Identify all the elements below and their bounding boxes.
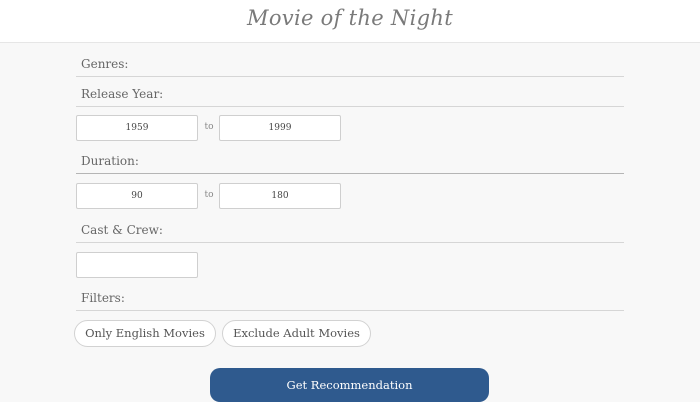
only-english-movies-button[interactable]: Only English Movies — [74, 320, 216, 347]
duration-to-input[interactable] — [219, 183, 341, 209]
release-year-to-input[interactable] — [219, 115, 341, 141]
release-year-label: Release Year: — [81, 87, 164, 101]
cast-crew-label: Cast & Crew: — [81, 223, 163, 237]
release-year-to-label: to — [204, 122, 214, 132]
release-year-divider — [76, 106, 624, 107]
get-recommendation-button[interactable]: Get Recommendation — [210, 368, 489, 402]
filters-divider — [76, 310, 624, 311]
duration-to-label: to — [204, 190, 214, 200]
site-header: Movie of the Night — [0, 0, 700, 43]
filters-label: Filters: — [81, 291, 125, 305]
site-title: Movie of the Night — [247, 6, 453, 30]
exclude-adult-movies-button[interactable]: Exclude Adult Movies — [222, 320, 371, 347]
duration-label: Duration: — [81, 154, 139, 168]
duration-divider — [76, 173, 624, 174]
genres-label: Genres: — [81, 57, 129, 71]
release-year-from-input[interactable] — [76, 115, 198, 141]
genres-divider — [76, 76, 624, 77]
cast-crew-divider — [76, 242, 624, 243]
cast-crew-input[interactable] — [76, 252, 198, 278]
duration-from-input[interactable] — [76, 183, 198, 209]
